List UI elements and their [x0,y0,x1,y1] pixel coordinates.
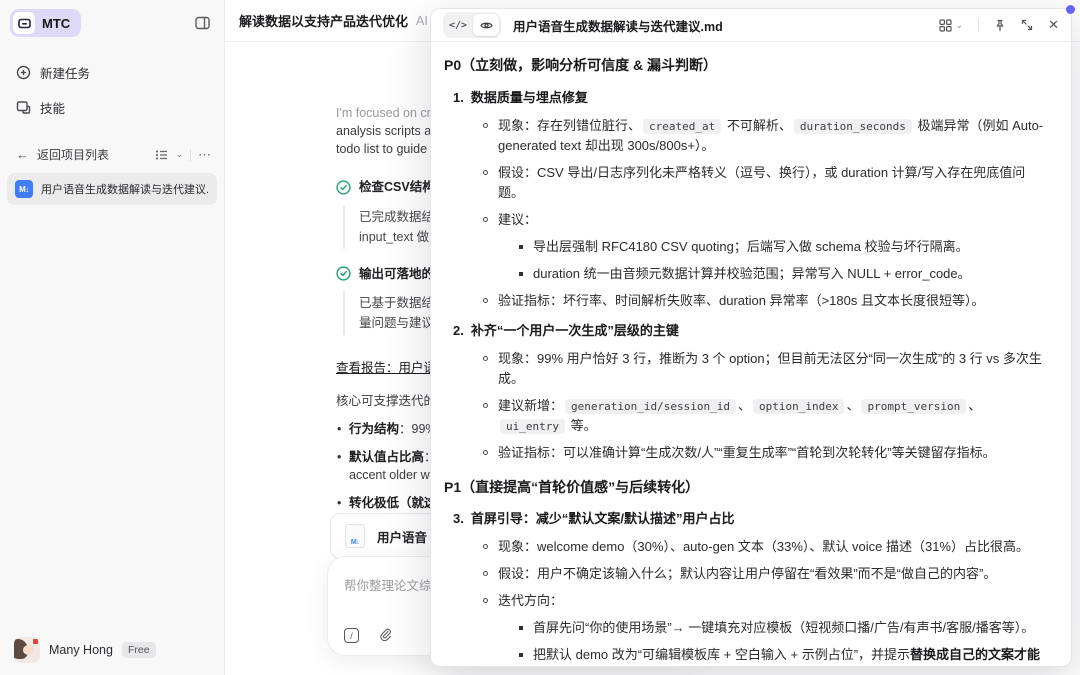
more-options-icon[interactable]: ⋯ [198,147,212,163]
divider [190,149,191,161]
doc-numbered-item: 2.补齐“一个用户一次生成”层级的主键 [453,321,1049,341]
back-arrow-icon[interactable]: ← [16,147,29,162]
circle-bullet-marker [483,217,488,222]
app-logo-icon [13,12,35,34]
circle-bullet-marker [483,123,488,128]
doc-bullet-item: 验证指标：坏行率、时间解析失败率、duration 异常率（>180s 且文本长… [483,291,1049,311]
sidebar-toggle-icon[interactable] [195,16,210,30]
sidebar-item-skills[interactable]: 技能 [8,91,216,124]
avatar [14,637,40,663]
attachment-title: 用户语音 [377,527,427,546]
doc-bullet-item: 建议： [483,210,1049,230]
circle-bullet-marker [483,450,488,455]
circle-bullet-marker [483,403,488,408]
doc-bullet-item: 假设：用户不确定该输入什么；默认内容让用户停留在“看效果”而不是“做自己的内容”… [483,564,1049,584]
doc-sub-bullet-item: 导出层强制 RFC4180 CSV quoting；后端写入做 schema 校… [519,237,1049,257]
document-title: 用户语音生成数据解读与迭代建议.md [513,16,939,35]
sidebar-item-label: 新建任务 [40,63,90,82]
attach-file-icon[interactable] [379,628,393,643]
inline-code: created_at [643,119,721,134]
doc-bullet-item: 现象：welcome demo（30%）、auto-gen 文本（33%）、默认… [483,537,1049,557]
eye-icon [480,20,493,31]
circle-bullet-marker [483,598,488,603]
doc-bullet-item: 现象：存在列错位脏行、created_at 不可解析、duration_seco… [483,116,1049,156]
square-bullet-marker [519,272,523,276]
expand-icon [1021,19,1033,31]
inline-code: ui_entry [500,419,565,434]
circle-bullet-marker [483,571,488,576]
close-button[interactable]: ✕ [1048,17,1059,33]
user-account-row[interactable]: Many Hong Free [0,625,224,675]
doc-bullet-item: 建议新增：generation_id/session_id、option_ind… [483,396,1049,436]
circle-bullet-marker [483,170,488,175]
doc-bullet-item: 验证指标：可以准确计算“生成次数/人”“重复生成率”“首轮到次轮转化”等关键留存… [483,443,1049,463]
sidebar-item-new-task[interactable]: 新建任务 [8,56,216,89]
divider [978,18,979,32]
circle-bullet-marker [483,544,488,549]
grid-icon [939,19,952,32]
doc-section-heading: P1（直接提高“首轮价值感”与后续转化） [444,477,1049,499]
check-circle-icon [336,180,351,195]
back-to-projects-link[interactable]: 返回项目列表 [37,146,147,163]
preview-view-button[interactable] [473,14,499,36]
document-body: P0（立刻做，影响分析可信度 & 漏斗判断） 1.数据质量与埋点修复现象：存在列错… [431,42,1071,667]
file-name: 用户语音生成数据解读与迭代建议.md [41,181,209,197]
skills-icon [16,100,31,115]
doc-numbered-item: 3.首屏引导：减少“默认文案/默认描述”用户占比 [453,509,1049,529]
doc-bullet-item: 假设：CSV 导出/日志序列化未严格转义（逗号、换行），或 duration 计… [483,163,1049,203]
doc-sub-bullet-item: 首屏先问“你的使用场景”→ 一键填充对应模板（短视频口播/广告/有声书/客服/播… [519,618,1049,638]
list-view-icon[interactable] [155,149,168,161]
inline-code: prompt_version [861,399,966,414]
chevron-down-icon[interactable]: ⌄ [175,149,183,160]
markdown-file-icon: M↓ [15,180,33,198]
new-task-icon [16,65,31,80]
circle-bullet-marker [483,298,488,303]
chevron-down-icon: ⌄ [956,20,964,31]
doc-bullet-item: 现象：99% 用户恰好 3 行，推断为 3 个 option；但目前无法区分“同… [483,349,1049,389]
notification-dot [1066,5,1075,14]
user-name: Many Hong [49,643,113,657]
pin-button[interactable] [994,19,1006,32]
inline-code: option_index [753,399,844,414]
sidebar-file-item[interactable]: M↓ 用户语音生成数据解读与迭代建议.md [7,173,217,205]
doc-sub-bullet-item: duration 统一由音频元数据计算并校验范围；异常写入 NULL + err… [519,264,1049,284]
check-circle-icon [336,266,351,281]
sidebar-item-label: 技能 [40,98,65,117]
square-bullet-marker [519,653,523,657]
markdown-page-icon [345,524,365,548]
chat-title: 解读数据以支持产品迭代优化 [239,11,408,30]
apps-menu-button[interactable]: ⌄ [939,19,964,32]
sidebar-nav: 新建任务 技能 [0,56,224,124]
pin-icon [994,19,1006,32]
code-view-button[interactable]: </> [445,14,471,36]
doc-section-heading: P0（立刻做，影响分析可信度 & 漏斗判断） [444,55,1049,77]
plan-badge: Free [122,642,156,658]
doc-bullet-item: 迭代方向： [483,591,1049,611]
inline-code: generation_id/session_id [565,399,736,414]
document-header: </> 用户语音生成数据解读与迭代建议.md ⌄ ✕ [431,9,1071,42]
document-overlay: </> 用户语音生成数据解读与迭代建议.md ⌄ ✕ [430,8,1072,667]
inline-code: duration_seconds [794,119,912,134]
doc-sub-bullet-item: 把默认 demo 改为“可编辑模板库 + 空白输入 + 示例占位”，并提示替换成… [519,645,1049,667]
sidebar-back-row: ← 返回项目列表 ⌄ ⋯ [8,140,216,169]
app-logo-label: MTC [42,16,70,31]
square-bullet-marker [519,245,523,249]
sidebar: MTC 新建任务 技能 ← 返回项目列表 ⌄ ⋯ M↓ 用户语音生成数据解读与迭… [0,0,225,675]
expand-button[interactable] [1021,19,1033,31]
slash-command-icon[interactable]: / [344,628,359,643]
app-logo[interactable]: MTC [10,9,81,37]
view-mode-toggle: </> [443,12,501,38]
circle-bullet-marker [483,356,488,361]
doc-numbered-item: 1.数据质量与埋点修复 [453,88,1049,108]
square-bullet-marker [519,626,523,630]
